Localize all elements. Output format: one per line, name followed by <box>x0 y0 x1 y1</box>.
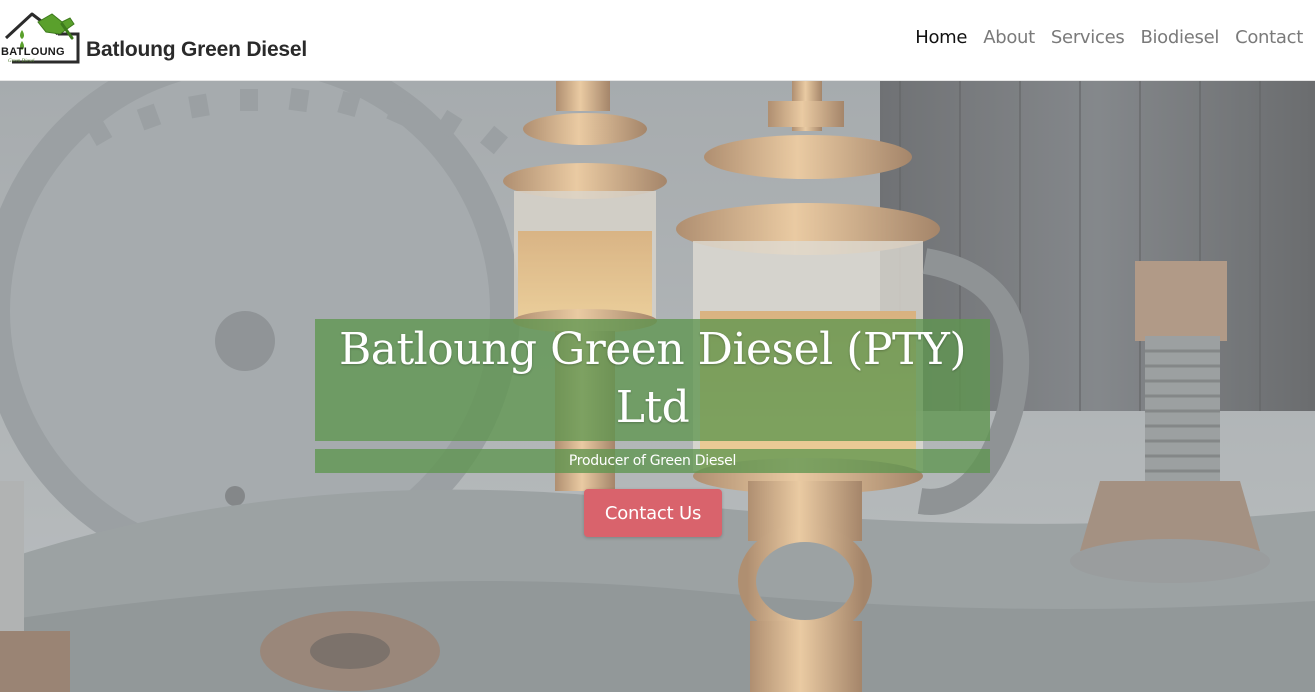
hero-title: Batloung Green Diesel (PTY) Ltd <box>338 324 967 433</box>
hero-subtitle: Producer of Green Diesel <box>568 453 737 469</box>
logo: BATLOUNG Green Diesel <box>0 8 82 68</box>
nav-services-link[interactable]: Services <box>1051 27 1125 48</box>
nav-biodiesel-link[interactable]: Biodiesel <box>1140 27 1219 48</box>
logo-tagline: Green Diesel <box>8 59 35 64</box>
brand-home-link[interactable]: BATLOUNG Green Diesel Batloung Green Die… <box>0 8 307 68</box>
site-title: Batloung Green Diesel <box>86 38 308 61</box>
logo-wordmark: BATLOUNG <box>1 46 65 58</box>
nav-about-link[interactable]: About <box>983 27 1035 48</box>
site-header: BATLOUNG Green Diesel Batloung Green Die… <box>0 0 1315 81</box>
contact-us-button[interactable]: Contact Us <box>584 489 722 537</box>
nav-contact-link[interactable]: Contact <box>1235 27 1303 48</box>
hero-section: Batloung Green Diesel (PTY) Ltd Producer… <box>0 81 1315 692</box>
nav-home-link[interactable]: Home <box>915 27 967 48</box>
